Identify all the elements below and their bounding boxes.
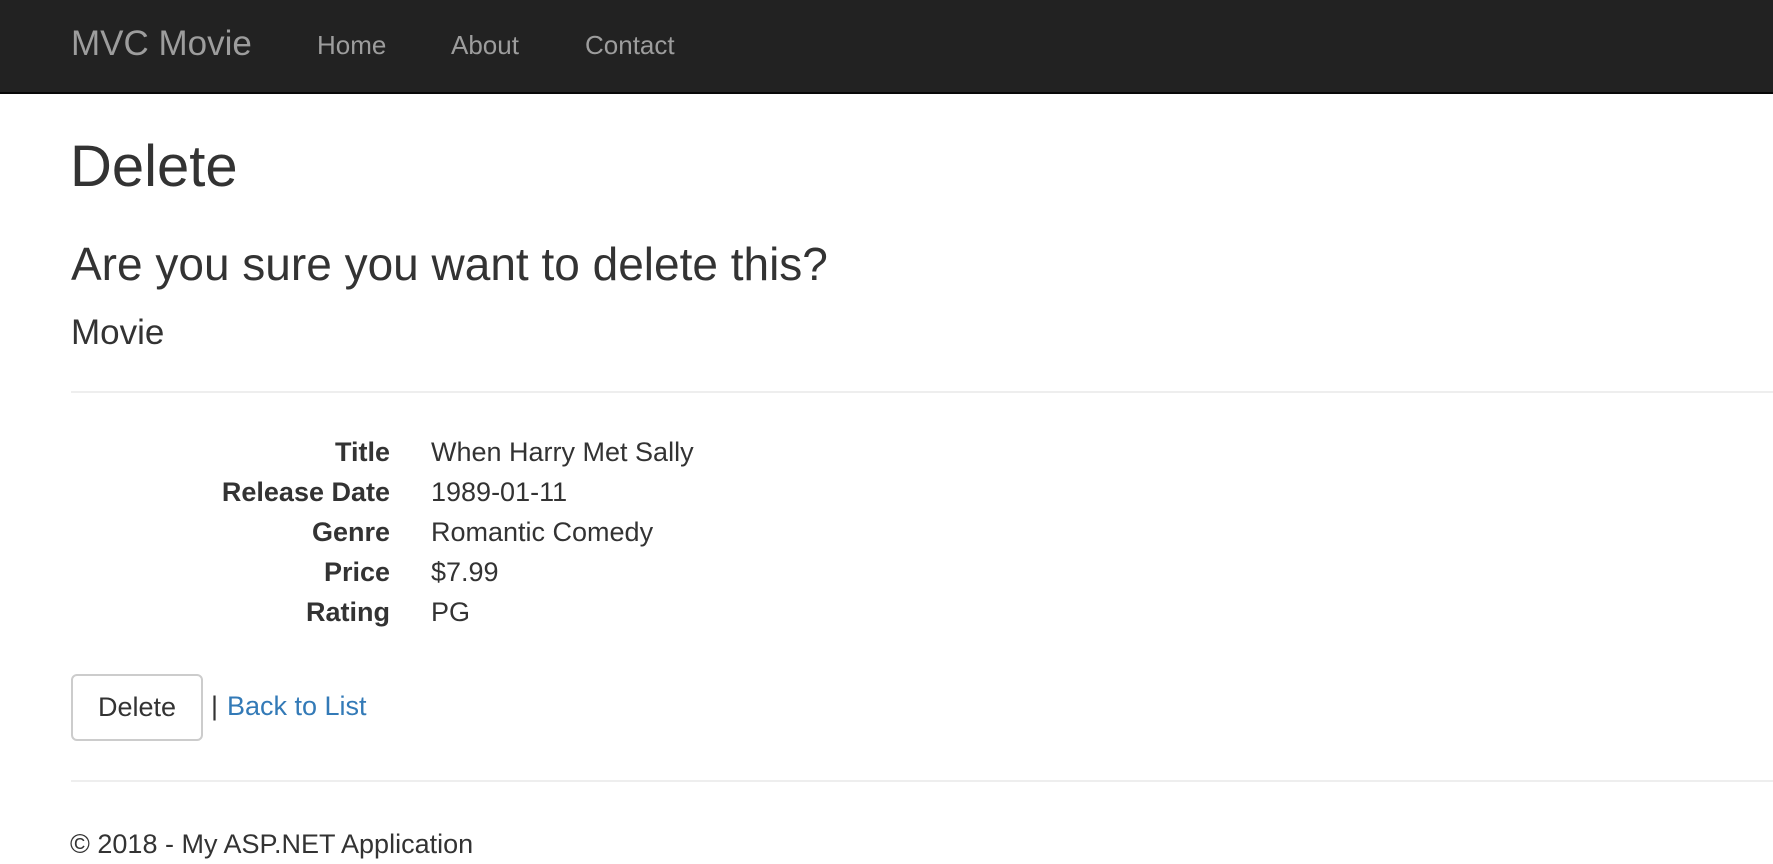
- detail-row-genre: Genre Romantic Comedy: [0, 512, 1773, 552]
- top-divider: [71, 391, 1773, 393]
- action-separator: |: [211, 691, 219, 721]
- detail-label: Rating: [306, 597, 390, 627]
- navbar: MVC Movie Home About Contact: [0, 0, 1773, 94]
- detail-value: $7.99: [431, 557, 499, 587]
- detail-row-title: Title When Harry Met Sally: [0, 432, 1773, 472]
- page-title: Delete: [70, 134, 238, 199]
- nav-link-about[interactable]: About: [451, 28, 519, 62]
- delete-button[interactable]: Delete: [71, 674, 203, 741]
- detail-label: Price: [323, 557, 390, 587]
- detail-value: Romantic Comedy: [431, 517, 654, 547]
- detail-label: Title: [334, 437, 390, 467]
- detail-row-rating: Rating PG: [0, 592, 1773, 632]
- confirm-heading: Are you sure you want to delete this?: [71, 238, 828, 290]
- back-to-list-link[interactable]: Back to List: [227, 686, 367, 726]
- detail-row-price: Price $7.99: [0, 552, 1773, 592]
- nav-link-home[interactable]: Home: [317, 28, 386, 62]
- detail-value: When Harry Met Sally: [431, 437, 694, 467]
- detail-row-release-date: Release Date 1989-01-11: [0, 472, 1773, 512]
- nav-link-contact[interactable]: Contact: [585, 28, 675, 62]
- footer-divider: [71, 780, 1773, 782]
- model-heading: Movie: [71, 313, 165, 352]
- detail-value: 1989-01-11: [431, 477, 568, 507]
- brand-link[interactable]: MVC Movie: [71, 22, 252, 66]
- detail-value: PG: [431, 597, 471, 627]
- detail-label: Release Date: [221, 477, 390, 507]
- footer-copyright: © 2018 - My ASP.NET Application: [70, 829, 474, 859]
- details-list: Title When Harry Met Sally Release Date …: [0, 432, 1773, 632]
- detail-label: Genre: [311, 517, 390, 547]
